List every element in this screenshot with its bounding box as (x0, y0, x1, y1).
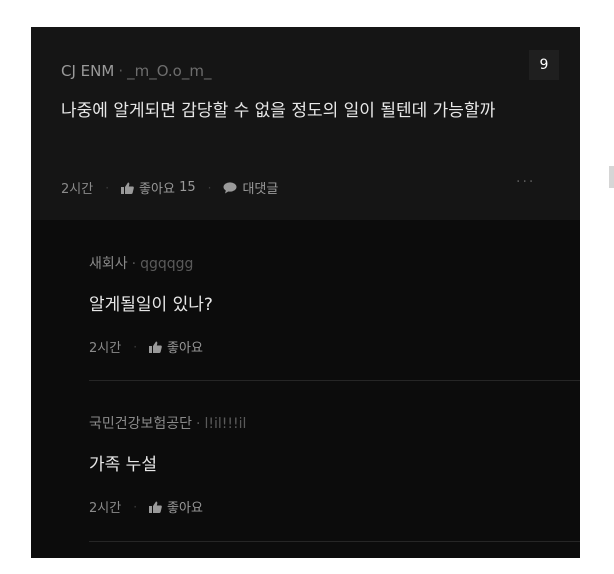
reply-item: 국민건강보험공단 · l!il!!!il 가족 누설 2시간 · 좋아요 (89, 413, 580, 523)
reply-author[interactable]: 새회사 (89, 256, 128, 272)
like-button[interactable]: 좋아요 15 (121, 178, 196, 197)
reply-author-line: 국민건강보험공단 · l!il!!!il (89, 413, 246, 433)
reply-text: 가족 누설 (89, 455, 157, 475)
like-button[interactable]: 좋아요 (149, 497, 203, 516)
reply-label: 대댓글 (242, 182, 279, 197)
reply-meta: 2시간 · 좋아요 (89, 337, 203, 357)
thumbs-up-icon (149, 501, 162, 513)
author-separator: · (131, 256, 137, 272)
reply-time: 2시간 (89, 501, 122, 516)
comment-time: 2시간 (61, 182, 94, 197)
reply-author[interactable]: 국민건강보험공단 (89, 416, 192, 432)
reply-divider (89, 380, 580, 381)
thumbs-up-icon (121, 182, 134, 194)
reply-meta: 2시간 · 좋아요 (89, 497, 203, 517)
like-label: 좋아요 (139, 182, 175, 197)
like-button[interactable]: 좋아요 (149, 337, 203, 356)
author-separator: · (196, 416, 201, 432)
comment-meta: 2시간 · 좋아요 15 · 대댓글 (61, 178, 278, 197)
scroll-edge-marker (609, 166, 614, 188)
like-label: 좋아요 (167, 501, 203, 516)
main-comment: CJ ENM · _m_O.o_m_ 9 나중에 알게되면 감당할 수 없을 정도의… (31, 27, 580, 220)
comment-badge: 9 (529, 50, 559, 80)
reply-item: 새회사 · qgqqgg 알게될일이 있나? 2시간 · 좋아요 (89, 253, 580, 363)
meta-dot: · (133, 339, 138, 354)
like-label: 좋아요 (167, 341, 203, 356)
reply-divider (89, 541, 580, 542)
reply-author-line: 새회사 · qgqqgg (89, 253, 193, 273)
reply-handle[interactable]: l!il!!!il (205, 416, 247, 432)
comment-thread: CJ ENM · _m_O.o_m_ 9 나중에 알게되면 감당할 수 없을 정도의… (31, 27, 580, 558)
meta-dot: · (207, 180, 212, 195)
more-icon[interactable]: ··· (516, 174, 535, 190)
thumbs-up-icon (149, 341, 162, 353)
like-count: 15 (179, 180, 196, 195)
meta-dot: · (105, 180, 110, 195)
speech-bubble-icon (223, 181, 237, 193)
comment-author-line: CJ ENM · _m_O.o_m_ (61, 62, 211, 80)
reply-button[interactable]: 대댓글 (223, 178, 278, 197)
reply-handle[interactable]: qgqqgg (140, 256, 193, 272)
author-separator: · (118, 62, 124, 80)
meta-dot: · (133, 499, 138, 514)
comment-handle[interactable]: _m_O.o_m_ (127, 62, 211, 80)
comment-author[interactable]: CJ ENM (61, 62, 114, 80)
reply-text: 알게될일이 있나? (89, 295, 213, 315)
comment-text: 나중에 알게되면 감당할 수 없을 정도의 일이 될텐데 가능할까 (61, 101, 496, 121)
reply-time: 2시간 (89, 341, 122, 356)
